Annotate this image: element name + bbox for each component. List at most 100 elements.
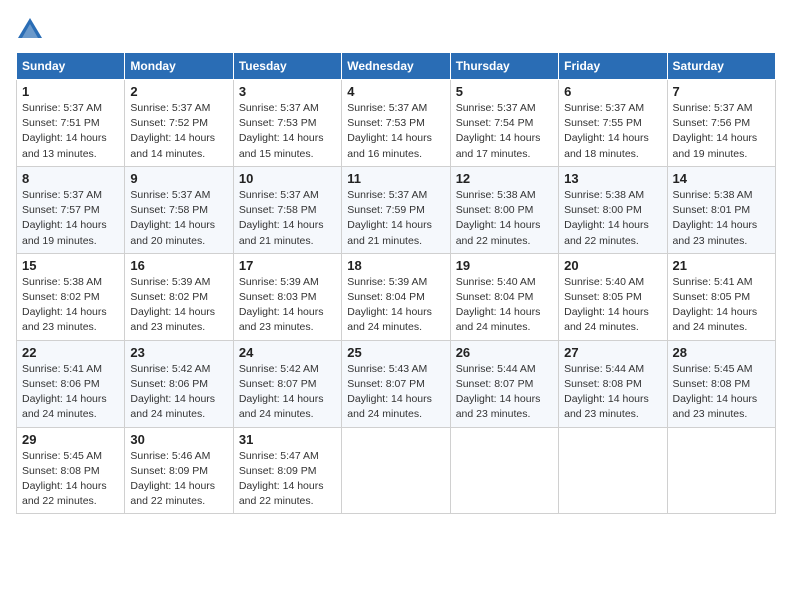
day-number: 22 (22, 345, 119, 360)
calendar-cell: 17 Sunrise: 5:39 AM Sunset: 8:03 PM Dayli… (233, 253, 341, 340)
day-number: 17 (239, 258, 336, 273)
calendar-cell: 2 Sunrise: 5:37 AM Sunset: 7:52 PM Daylig… (125, 80, 233, 167)
day-number: 3 (239, 84, 336, 99)
day-number: 26 (456, 345, 553, 360)
header-thursday: Thursday (450, 53, 558, 80)
day-number: 14 (673, 171, 770, 186)
day-info: Sunrise: 5:41 AM Sunset: 8:05 PM Dayligh… (673, 275, 770, 336)
day-number: 29 (22, 432, 119, 447)
day-info: Sunrise: 5:45 AM Sunset: 8:08 PM Dayligh… (22, 449, 119, 510)
calendar-cell: 14Sunrise: 5:38 AM Sunset: 8:01 PM Dayli… (667, 166, 775, 253)
calendar-week-row: 1 Sunrise: 5:37 AM Sunset: 7:51 PM Daylig… (17, 80, 776, 167)
day-number: 8 (22, 171, 119, 186)
day-info: Sunrise: 5:37 AM Sunset: 7:57 PM Dayligh… (22, 188, 119, 249)
day-info: Sunrise: 5:37 AM Sunset: 7:59 PM Dayligh… (347, 188, 444, 249)
header-wednesday: Wednesday (342, 53, 450, 80)
calendar-cell: 28Sunrise: 5:45 AM Sunset: 8:08 PM Dayli… (667, 340, 775, 427)
header-tuesday: Tuesday (233, 53, 341, 80)
calendar-cell: 19 Sunrise: 5:40 AM Sunset: 8:04 PM Dayli… (450, 253, 558, 340)
header-saturday: Saturday (667, 53, 775, 80)
calendar-week-row: 8 Sunrise: 5:37 AM Sunset: 7:57 PM Daylig… (17, 166, 776, 253)
calendar-cell: 7Sunrise: 5:37 AM Sunset: 7:56 PM Daylig… (667, 80, 775, 167)
calendar-cell (667, 427, 775, 514)
day-number: 12 (456, 171, 553, 186)
day-number: 31 (239, 432, 336, 447)
day-info: Sunrise: 5:39 AM Sunset: 8:04 PM Dayligh… (347, 275, 444, 336)
day-number: 21 (673, 258, 770, 273)
calendar-header-row: SundayMondayTuesdayWednesdayThursdayFrid… (17, 53, 776, 80)
day-number: 16 (130, 258, 227, 273)
day-info: Sunrise: 5:40 AM Sunset: 8:04 PM Dayligh… (456, 275, 553, 336)
logo (16, 16, 48, 44)
day-info: Sunrise: 5:38 AM Sunset: 8:00 PM Dayligh… (564, 188, 661, 249)
day-info: Sunrise: 5:39 AM Sunset: 8:02 PM Dayligh… (130, 275, 227, 336)
calendar-cell: 27 Sunrise: 5:44 AM Sunset: 8:08 PM Dayli… (559, 340, 667, 427)
day-info: Sunrise: 5:41 AM Sunset: 8:06 PM Dayligh… (22, 362, 119, 423)
day-info: Sunrise: 5:38 AM Sunset: 8:00 PM Dayligh… (456, 188, 553, 249)
day-number: 7 (673, 84, 770, 99)
day-number: 18 (347, 258, 444, 273)
day-info: Sunrise: 5:44 AM Sunset: 8:08 PM Dayligh… (564, 362, 661, 423)
calendar-cell: 1 Sunrise: 5:37 AM Sunset: 7:51 PM Daylig… (17, 80, 125, 167)
day-info: Sunrise: 5:47 AM Sunset: 8:09 PM Dayligh… (239, 449, 336, 510)
calendar-cell: 26 Sunrise: 5:44 AM Sunset: 8:07 PM Dayli… (450, 340, 558, 427)
day-number: 9 (130, 171, 227, 186)
day-number: 20 (564, 258, 661, 273)
day-info: Sunrise: 5:37 AM Sunset: 7:54 PM Dayligh… (456, 101, 553, 162)
day-number: 27 (564, 345, 661, 360)
day-number: 19 (456, 258, 553, 273)
day-info: Sunrise: 5:45 AM Sunset: 8:08 PM Dayligh… (673, 362, 770, 423)
page-container: SundayMondayTuesdayWednesdayThursdayFrid… (16, 16, 776, 514)
calendar-cell: 13 Sunrise: 5:38 AM Sunset: 8:00 PM Dayli… (559, 166, 667, 253)
calendar-cell: 18 Sunrise: 5:39 AM Sunset: 8:04 PM Dayli… (342, 253, 450, 340)
day-info: Sunrise: 5:37 AM Sunset: 7:51 PM Dayligh… (22, 101, 119, 162)
logo-icon (16, 16, 44, 44)
day-info: Sunrise: 5:37 AM Sunset: 7:58 PM Dayligh… (130, 188, 227, 249)
day-info: Sunrise: 5:46 AM Sunset: 8:09 PM Dayligh… (130, 449, 227, 510)
calendar-cell: 29 Sunrise: 5:45 AM Sunset: 8:08 PM Dayli… (17, 427, 125, 514)
calendar-cell (342, 427, 450, 514)
day-number: 13 (564, 171, 661, 186)
day-number: 10 (239, 171, 336, 186)
calendar-cell (559, 427, 667, 514)
calendar-cell: 4Sunrise: 5:37 AM Sunset: 7:53 PM Daylig… (342, 80, 450, 167)
day-info: Sunrise: 5:44 AM Sunset: 8:07 PM Dayligh… (456, 362, 553, 423)
day-info: Sunrise: 5:43 AM Sunset: 8:07 PM Dayligh… (347, 362, 444, 423)
calendar-cell: 15Sunrise: 5:38 AM Sunset: 8:02 PM Dayli… (17, 253, 125, 340)
calendar-cell: 31 Sunrise: 5:47 AM Sunset: 8:09 PM Dayli… (233, 427, 341, 514)
day-number: 1 (22, 84, 119, 99)
day-info: Sunrise: 5:42 AM Sunset: 8:06 PM Dayligh… (130, 362, 227, 423)
calendar-cell: 25Sunrise: 5:43 AM Sunset: 8:07 PM Dayli… (342, 340, 450, 427)
day-info: Sunrise: 5:39 AM Sunset: 8:03 PM Dayligh… (239, 275, 336, 336)
calendar-cell: 10 Sunrise: 5:37 AM Sunset: 7:58 PM Dayli… (233, 166, 341, 253)
header-sunday: Sunday (17, 53, 125, 80)
calendar-cell: 9 Sunrise: 5:37 AM Sunset: 7:58 PM Daylig… (125, 166, 233, 253)
day-info: Sunrise: 5:37 AM Sunset: 7:55 PM Dayligh… (564, 101, 661, 162)
day-info: Sunrise: 5:37 AM Sunset: 7:53 PM Dayligh… (239, 101, 336, 162)
day-number: 6 (564, 84, 661, 99)
day-number: 4 (347, 84, 444, 99)
day-number: 30 (130, 432, 227, 447)
calendar-cell: 21 Sunrise: 5:41 AM Sunset: 8:05 PM Dayli… (667, 253, 775, 340)
calendar-cell: 30 Sunrise: 5:46 AM Sunset: 8:09 PM Dayli… (125, 427, 233, 514)
day-number: 5 (456, 84, 553, 99)
calendar-cell: 3 Sunrise: 5:37 AM Sunset: 7:53 PM Daylig… (233, 80, 341, 167)
header-friday: Friday (559, 53, 667, 80)
header-monday: Monday (125, 53, 233, 80)
calendar-cell (450, 427, 558, 514)
calendar-cell: 24Sunrise: 5:42 AM Sunset: 8:07 PM Dayli… (233, 340, 341, 427)
calendar-cell: 12 Sunrise: 5:38 AM Sunset: 8:00 PM Dayli… (450, 166, 558, 253)
calendar-table: SundayMondayTuesdayWednesdayThursdayFrid… (16, 52, 776, 514)
calendar-week-row: 22 Sunrise: 5:41 AM Sunset: 8:06 PM Dayli… (17, 340, 776, 427)
day-number: 24 (239, 345, 336, 360)
calendar-cell: 6 Sunrise: 5:37 AM Sunset: 7:55 PM Daylig… (559, 80, 667, 167)
day-info: Sunrise: 5:37 AM Sunset: 7:58 PM Dayligh… (239, 188, 336, 249)
day-number: 11 (347, 171, 444, 186)
calendar-cell: 8 Sunrise: 5:37 AM Sunset: 7:57 PM Daylig… (17, 166, 125, 253)
calendar-cell: 5 Sunrise: 5:37 AM Sunset: 7:54 PM Daylig… (450, 80, 558, 167)
day-info: Sunrise: 5:37 AM Sunset: 7:52 PM Dayligh… (130, 101, 227, 162)
day-info: Sunrise: 5:38 AM Sunset: 8:02 PM Dayligh… (22, 275, 119, 336)
day-number: 2 (130, 84, 227, 99)
day-number: 23 (130, 345, 227, 360)
calendar-cell: 20Sunrise: 5:40 AM Sunset: 8:05 PM Dayli… (559, 253, 667, 340)
